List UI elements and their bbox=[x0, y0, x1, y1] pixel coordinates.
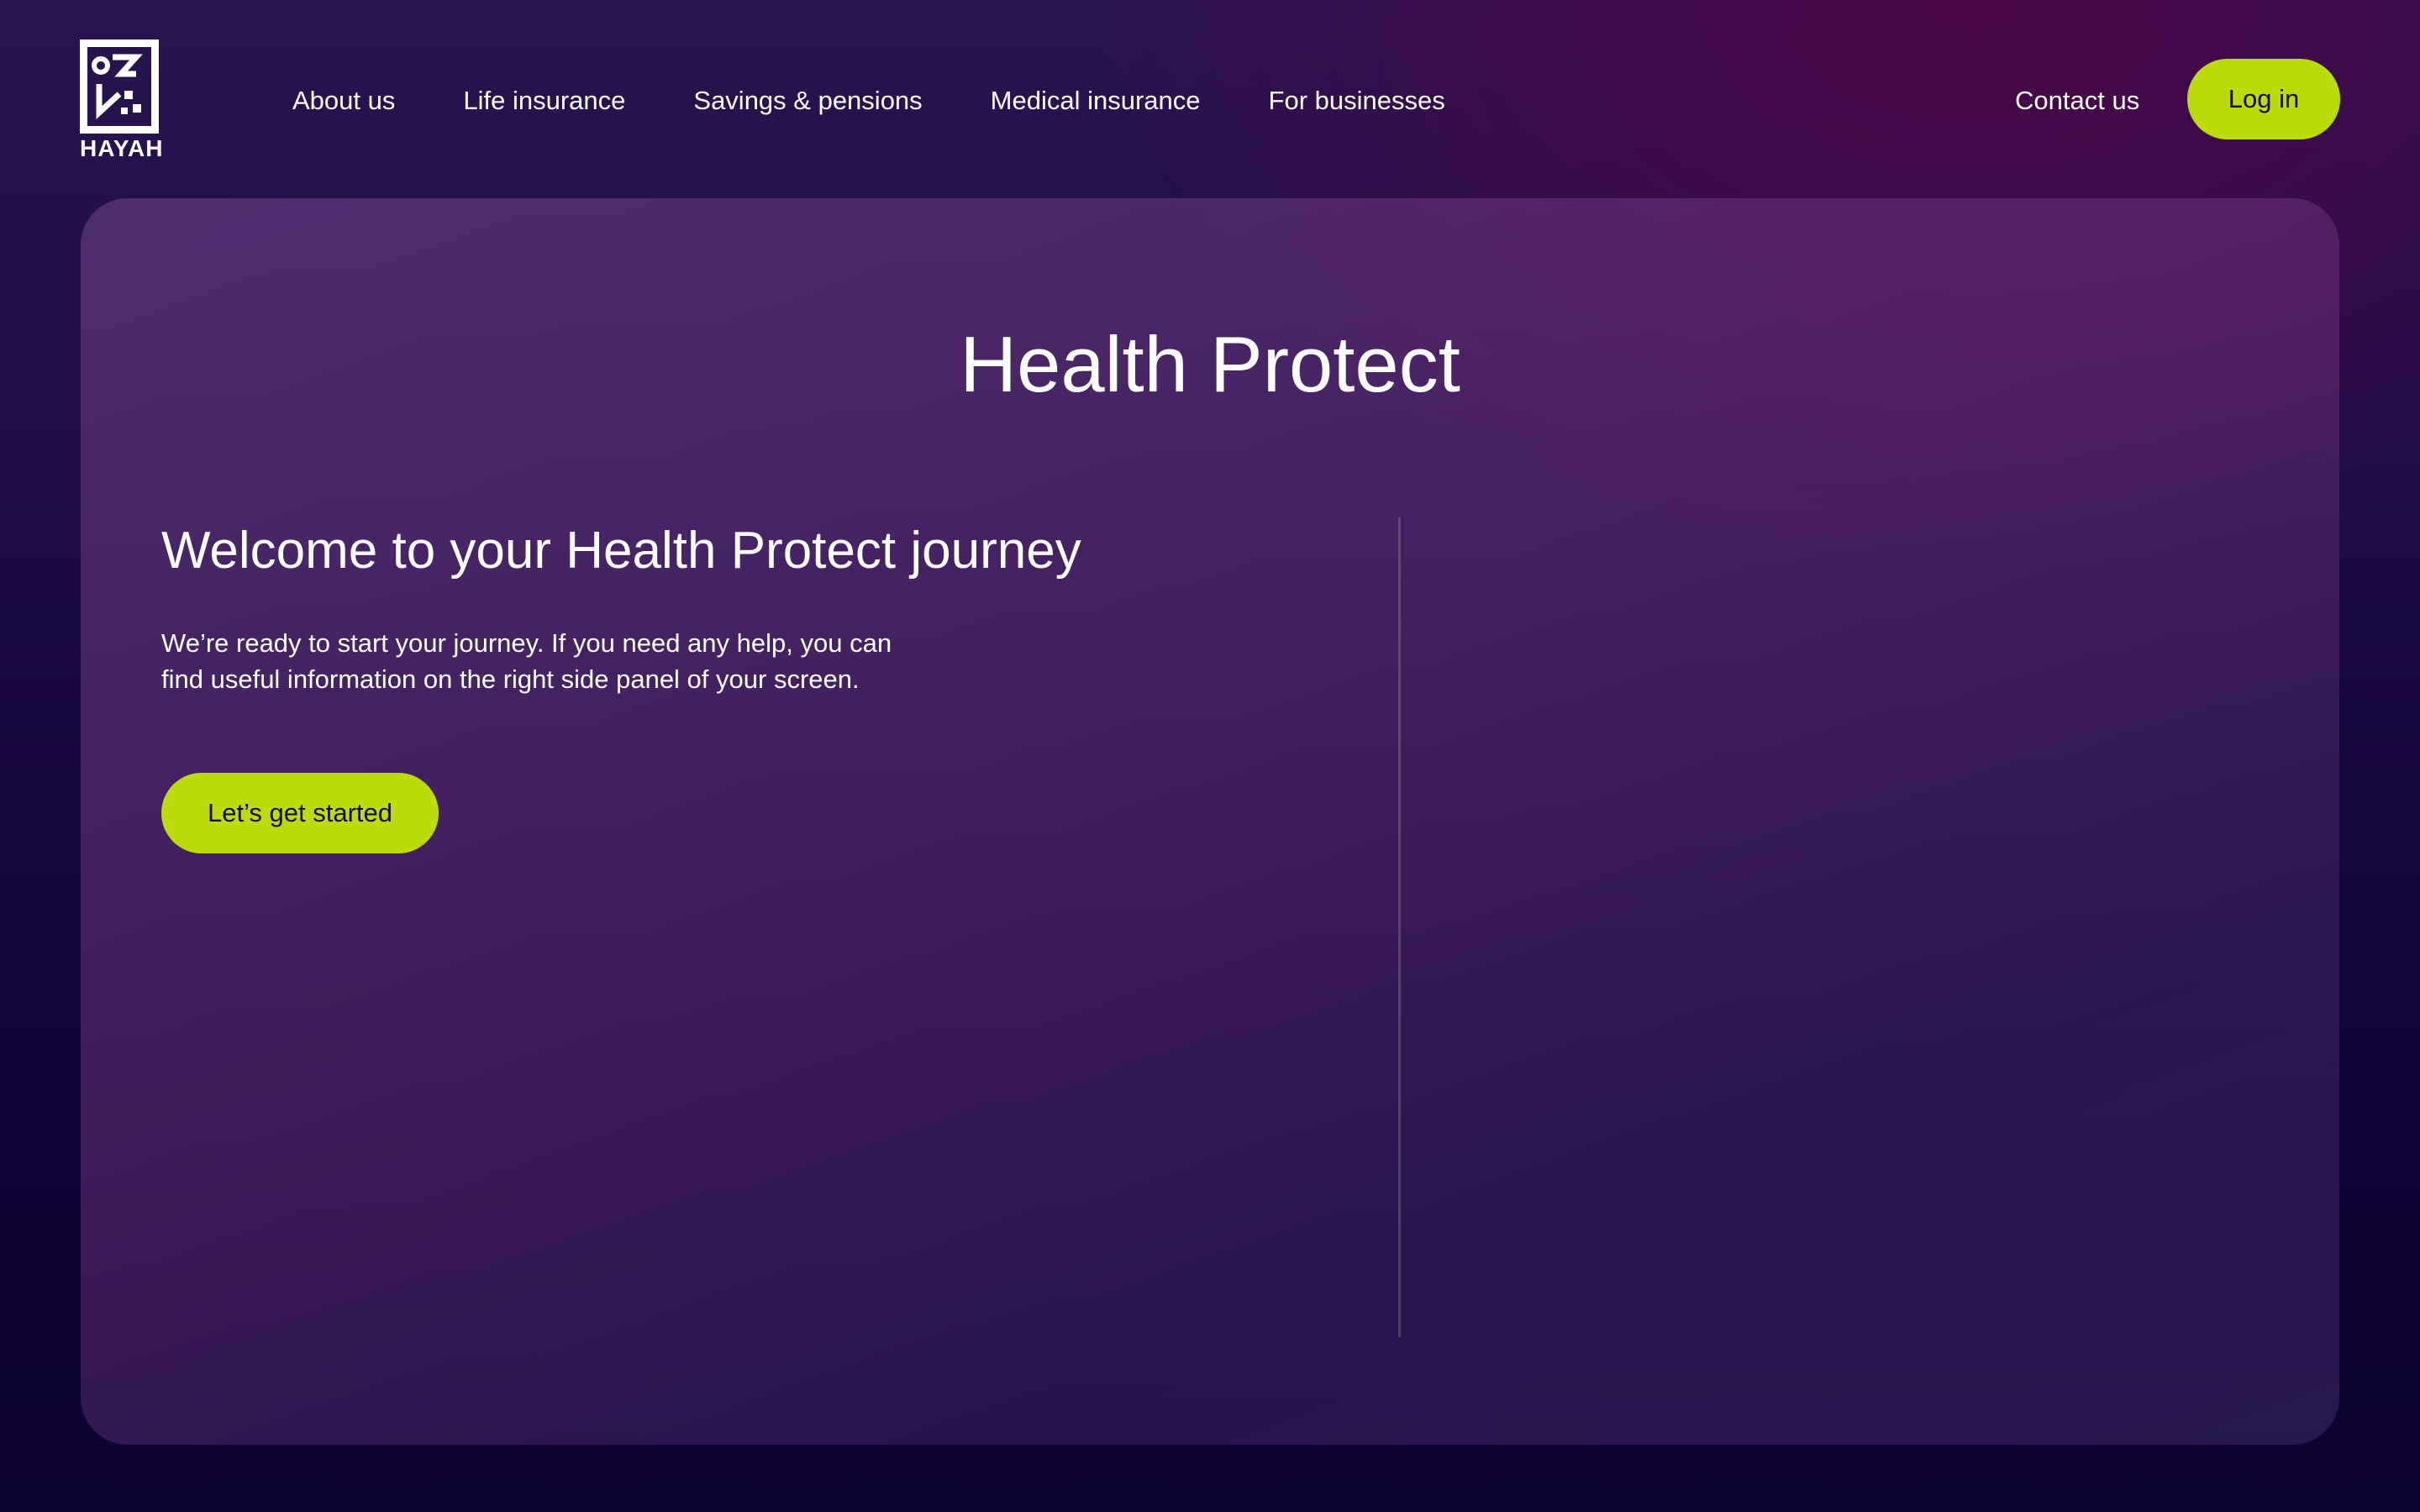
main-card: Health Protect Welcome to your Health Pr… bbox=[81, 198, 2339, 1445]
logo-mark-icon bbox=[80, 39, 159, 134]
nav-item-for-businesses[interactable]: For businesses bbox=[1269, 86, 1445, 116]
welcome-description: We’re ready to start your journey. If yo… bbox=[161, 625, 968, 697]
panel-divider bbox=[1398, 517, 1401, 1337]
hayah-logo[interactable]: HAYAH bbox=[80, 39, 164, 161]
help-side-panel bbox=[1425, 517, 2265, 1337]
nav-item-medical-insurance[interactable]: Medical insurance bbox=[991, 86, 1201, 116]
get-started-button[interactable]: Let’s get started bbox=[161, 773, 439, 853]
nav-item-life-insurance[interactable]: Life insurance bbox=[463, 86, 625, 116]
login-button[interactable]: Log in bbox=[2187, 59, 2340, 139]
welcome-description-line-2: find useful information on the right sid… bbox=[161, 664, 860, 694]
logo-wordmark: HAYAH bbox=[80, 135, 164, 161]
main-nav: About us Life insurance Savings & pensio… bbox=[292, 82, 1513, 119]
welcome-heading: Welcome to your Health Protect journey bbox=[161, 522, 1081, 580]
site-header: HAYAH About us Life insurance Savings & … bbox=[0, 0, 2420, 198]
nav-item-about-us[interactable]: About us bbox=[292, 86, 395, 116]
nav-item-savings-pensions[interactable]: Savings & pensions bbox=[693, 86, 922, 116]
page-title: Health Protect bbox=[960, 320, 1460, 408]
welcome-description-line-1: We’re ready to start your journey. If yo… bbox=[161, 628, 892, 658]
contact-us-link[interactable]: Contact us bbox=[2015, 82, 2139, 119]
